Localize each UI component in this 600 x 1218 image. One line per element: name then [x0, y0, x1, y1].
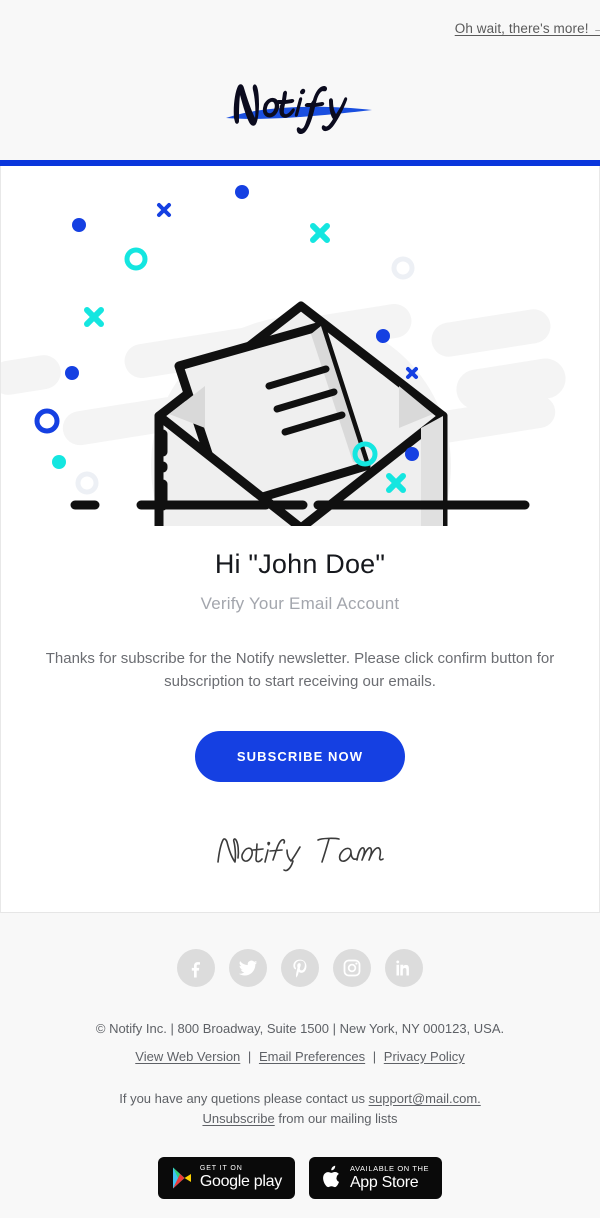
app-store-bottom-label: App Store: [349, 1173, 419, 1191]
open-envelope-illustration: [1, 185, 566, 526]
apple-logo-icon: [323, 1166, 339, 1188]
notify-logo-icon: [226, 84, 372, 134]
google-play-bottom-label: Google play: [199, 1173, 282, 1191]
view-web-version-link[interactable]: View Web Version: [135, 1049, 240, 1064]
email-body-card: Hi "John Doe" Verify Your Email Account …: [0, 166, 600, 914]
notify-team-signature-icon: [217, 837, 384, 872]
cta-row: SUBSCRIBE NOW: [1, 731, 599, 783]
company-address: © Notify Inc. | 800 Broadway, Suite 1500…: [95, 1021, 505, 1037]
google-play-badge[interactable]: GET IT ON Google play: [157, 1156, 295, 1199]
linkedin-icon[interactable]: [385, 949, 423, 988]
contact-block: If you have any quetions please contact …: [0, 1089, 600, 1129]
app-store-text: Available on the App Store: [350, 1165, 429, 1191]
footer-links: View Web Version | Email Preferences | P…: [0, 1049, 600, 1064]
body-paragraph: Thanks for subscribe for the Notify news…: [45, 650, 555, 690]
email-header: Oh wait, there's more! →: [0, 0, 600, 160]
page-subtitle: Verify Your Email Account: [200, 594, 400, 614]
preheader-link[interactable]: Oh wait, there's more! →: [455, 21, 600, 36]
link-separator-2: |: [372, 1048, 377, 1064]
pinterest-icon[interactable]: [281, 949, 319, 988]
brand-logo[interactable]: [0, 62, 600, 140]
email-footer: © Notify Inc. | 800 Broadway, Suite 1500…: [0, 913, 600, 1218]
email-preferences-link[interactable]: Email Preferences: [259, 1049, 365, 1064]
privacy-policy-link[interactable]: Privacy Policy: [384, 1049, 465, 1064]
app-store-top-label: Available on the: [349, 1164, 430, 1174]
google-play-text: GET IT ON Google play: [200, 1165, 282, 1190]
instagram-icon[interactable]: [333, 949, 371, 988]
social-links: [0, 949, 600, 988]
google-play-top-label: GET IT ON: [199, 1165, 243, 1173]
subscribe-now-button[interactable]: SUBSCRIBE NOW: [194, 731, 406, 783]
unsubscribe-link[interactable]: Unsubscribe: [202, 1111, 274, 1126]
contact-prefix-text: If you have any quetions please contact …: [119, 1090, 369, 1106]
hero-illustration: [1, 166, 600, 526]
support-email-link[interactable]: support@mail.com.: [369, 1091, 481, 1106]
app-store-badge[interactable]: Available on the App Store: [308, 1156, 443, 1199]
link-separator-1: |: [247, 1048, 252, 1064]
facebook-icon[interactable]: [177, 949, 215, 988]
email-preview: Oh wait, there's more! → Hi "John Doe" V…: [0, 0, 600, 1218]
twitter-icon[interactable]: [229, 949, 267, 988]
signature: [1, 826, 599, 874]
page-title: Hi "John Doe": [214, 549, 386, 579]
unsubscribe-suffix-text: from our mailing lists: [274, 1110, 398, 1126]
google-play-icon: [172, 1167, 191, 1189]
app-store-badges: GET IT ON Google play Available on the A…: [0, 1156, 600, 1199]
